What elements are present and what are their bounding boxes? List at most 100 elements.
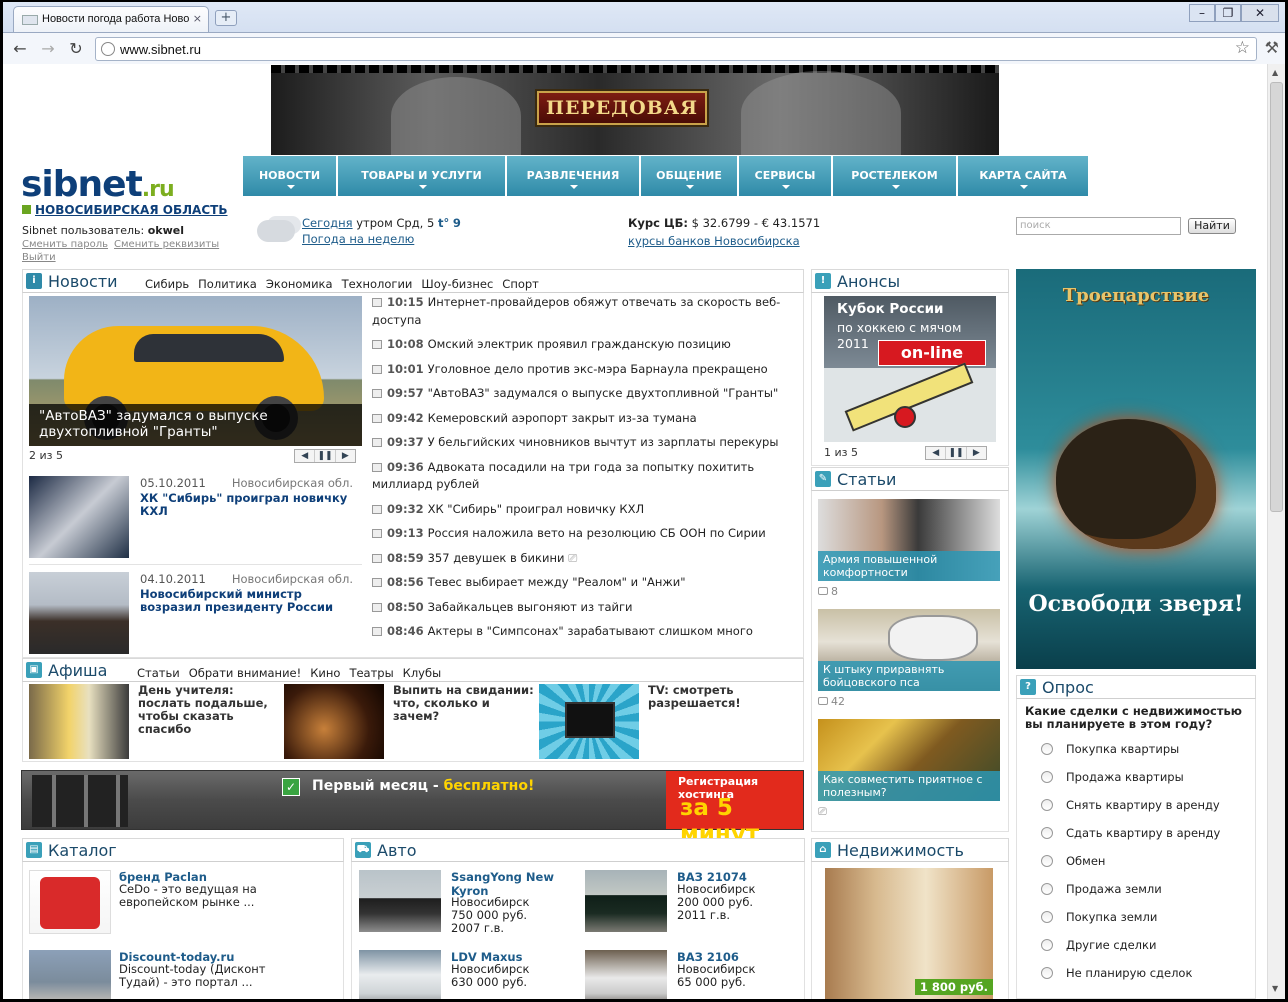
tab-clubs[interactable]: Клубы <box>403 666 442 680</box>
poll-option-label[interactable]: Обмен <box>1066 854 1105 868</box>
poll-option-label[interactable]: Сдать квартиру в аренду <box>1066 826 1220 840</box>
tab-technology[interactable]: Технологии <box>342 277 413 291</box>
radio-button[interactable] <box>1041 743 1053 755</box>
tab-close-icon[interactable]: × <box>193 12 202 25</box>
nav-item-sitemap[interactable]: КАРТА САЙТА <box>958 156 1088 196</box>
bookmark-star-icon[interactable]: ☆ <box>1235 38 1250 58</box>
top-ad-banner[interactable]: ПЕРЕДОВАЯ <box>271 65 999 155</box>
poll-option-label[interactable]: Другие сделки <box>1066 938 1156 952</box>
address-bar[interactable]: www.sibnet.ru ☆ <box>95 37 1257 61</box>
afisha-text[interactable]: Выпить на свидании: что, сколько и зачем… <box>393 684 538 723</box>
feed-text[interactable]: ХК "Сибирь" проиграл новичку КХЛ <box>428 502 645 516</box>
address-url[interactable]: www.sibnet.ru <box>120 42 201 57</box>
article-caption[interactable]: К штыку приравнять бойцовского пса <box>818 661 1000 691</box>
date-thumbnail[interactable] <box>284 684 384 759</box>
realty-title[interactable]: Недвижимость <box>837 841 964 860</box>
radio-button[interactable] <box>1041 771 1053 783</box>
feed-item[interactable]: 10:08 Омский электрик проявил гражданскую… <box>372 336 802 354</box>
feed-item[interactable]: 09:32 ХК "Сибирь" проиграл новичку КХЛ <box>372 501 802 519</box>
radio-button[interactable] <box>1041 911 1053 923</box>
feed-text[interactable]: У бельгийских чиновников вычтут из зарпл… <box>428 435 779 449</box>
feed-item[interactable]: 09:42 Кемеровский аэропорт закрыт из-за т… <box>372 410 802 428</box>
afisha-text[interactable]: День учителя: послать подальше, чтобы ск… <box>138 684 283 736</box>
feed-item[interactable]: 08:46 Актеры в "Симпсонах" зарабатывают с… <box>372 623 802 641</box>
articles-title[interactable]: Статьи <box>837 470 896 489</box>
main-news-caption[interactable]: "АвтоВАЗ" задумался о выпуске двухтоплив… <box>29 404 362 446</box>
poll-option-label[interactable]: Продажа земли <box>1066 882 1162 896</box>
scroll-thumb[interactable] <box>1270 82 1283 512</box>
hosting-register-button[interactable]: Регистрация хостинга за 5 минут <box>666 771 803 847</box>
weather-today-link[interactable]: Сегодня <box>302 216 353 230</box>
catalog-title[interactable]: Каталог <box>48 841 117 860</box>
browser-tab[interactable]: Новости погода работа Ново × <box>13 6 209 32</box>
feed-item[interactable]: 09:36 Адвоката посадили на три года за по… <box>372 459 802 494</box>
afisha-text[interactable]: TV: смотреть разрешается! <box>648 684 793 710</box>
minimize-button[interactable]: – <box>1189 4 1215 22</box>
catalog-thumbnail[interactable] <box>29 870 111 934</box>
change-password-link[interactable]: Сменить пароль <box>22 239 108 250</box>
feed-item[interactable]: 09:13 Россия наложила вето на резолюцию С… <box>372 525 802 543</box>
feed-text[interactable]: "АвтоВАЗ" задумался о выпуске двухтоплив… <box>428 386 779 400</box>
prev-arrow-icon[interactable]: ◀ <box>295 450 316 462</box>
tab-showbiz[interactable]: Шоу-бизнес <box>421 277 493 291</box>
feed-text[interactable]: Забайкальцев выгоняют из тайги <box>428 600 633 614</box>
prev-arrow-icon[interactable]: ◀ <box>926 447 947 459</box>
pause-icon[interactable]: ❚❚ <box>946 447 967 459</box>
nav-item-news[interactable]: НОВОСТИ <box>243 156 338 196</box>
feed-item[interactable]: 08:50 Забайкальцев выгоняют из тайги <box>372 599 802 617</box>
feed-item[interactable]: 09:57 "АвтоВАЗ" задумался о выпуске двухт… <box>372 385 802 403</box>
nav-item-goods[interactable]: ТОВАРЫ И УСЛУГИ <box>338 156 507 196</box>
tab-attention[interactable]: Обрати внимание! <box>189 666 302 680</box>
poll-option-label[interactable]: Покупка квартиры <box>1066 742 1179 756</box>
maximize-button[interactable]: ❐ <box>1215 4 1241 22</box>
hosting-ad-banner[interactable]: ✓ Первый месяц - бесплатно! Регистрация … <box>21 770 804 847</box>
next-arrow-icon[interactable]: ▶ <box>336 450 355 462</box>
weather-week-link[interactable]: Погода на неделю <box>302 232 414 246</box>
forward-button[interactable]: → <box>37 38 59 60</box>
auto-title[interactable]: Авто <box>377 841 416 860</box>
feed-text[interactable]: Уголовное дело против экс-мэра Барнаула … <box>428 362 768 376</box>
radio-button[interactable] <box>1041 827 1053 839</box>
radio-button[interactable] <box>1041 799 1053 811</box>
news-item[interactable]: 05.10.2011 Новосибирская обл. ХК "Сибирь… <box>29 476 362 568</box>
catalog-thumbnail[interactable] <box>29 950 111 999</box>
radio-button[interactable] <box>1041 855 1053 867</box>
vertical-scrollbar[interactable]: ▲ ▼ <box>1267 64 1285 999</box>
feed-item[interactable]: 08:56 Тевес выбирает между "Реалом" и "Ан… <box>372 574 802 592</box>
article-comments[interactable]: 8 <box>818 585 838 598</box>
search-button[interactable]: Найти <box>1188 218 1236 234</box>
window-close-button[interactable]: ✕ <box>1241 4 1279 22</box>
article-comments[interactable]: 42 <box>818 695 845 708</box>
news-item[interactable]: 04.10.2011 Новосибирская обл. Новосибирс… <box>29 572 362 664</box>
feed-item[interactable]: 08:59 357 девушек в бикини ⎚ <box>372 550 802 568</box>
logout-link[interactable]: Выйти <box>22 252 56 263</box>
auto-thumbnail[interactable] <box>585 870 667 932</box>
new-tab-button[interactable]: + <box>215 10 237 26</box>
hockey-thumbnail[interactable] <box>29 476 129 558</box>
search-input[interactable]: поиск <box>1016 217 1181 235</box>
anons-image[interactable]: Кубок России по хоккею с мячом 2011 on-l… <box>824 296 996 442</box>
afisha-title[interactable]: Афиша <box>48 661 107 680</box>
feed-text[interactable]: Интернет-провайдеров обяжут отвечать за … <box>372 295 780 327</box>
change-details-link[interactable]: Сменить реквизиты <box>114 239 219 250</box>
poll-option-label[interactable]: Не планирую сделок <box>1066 966 1192 980</box>
scroll-down-icon[interactable]: ▼ <box>1272 984 1278 993</box>
article-caption[interactable]: Как совместить приятное с полезным? <box>818 771 1000 801</box>
feed-text[interactable]: Омский электрик проявил гражданскую пози… <box>428 337 731 351</box>
nav-item-services[interactable]: СЕРВИСЫ <box>739 156 833 196</box>
radio-button[interactable] <box>1041 967 1053 979</box>
feed-text[interactable]: 357 девушек в бикини <box>428 551 565 565</box>
nav-item-entertainment[interactable]: РАЗВЛЕЧЕНИЯ <box>507 156 641 196</box>
auto-item-title[interactable]: SsangYong New Kyron <box>451 870 581 898</box>
sibnet-logo[interactable]: sibnet.ru <box>21 164 175 205</box>
radio-button[interactable] <box>1041 883 1053 895</box>
feed-text[interactable]: Россия наложила вето на резолюцию СБ ООН… <box>428 526 766 540</box>
bank-rates-link[interactable]: курсы банков Новосибирска <box>628 234 800 248</box>
tab-articles[interactable]: Статьи <box>137 666 180 680</box>
feed-text[interactable]: Кемеровский аэропорт закрыт из-за тумана <box>428 411 697 425</box>
reload-button[interactable]: ↻ <box>65 38 87 60</box>
tab-economy[interactable]: Экономика <box>266 277 333 291</box>
feed-text[interactable]: Тевес выбирает между "Реалом" и "Анжи" <box>428 575 686 589</box>
poll-title[interactable]: Опрос <box>1042 678 1094 697</box>
news-title[interactable]: Новости <box>48 272 118 291</box>
